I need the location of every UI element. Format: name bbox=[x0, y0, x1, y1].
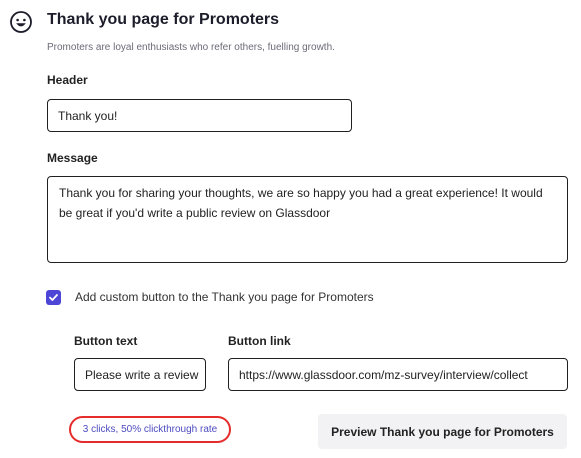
smiley-face-icon bbox=[9, 10, 33, 34]
checkmark-icon bbox=[49, 294, 58, 301]
message-field-label: Message bbox=[47, 151, 98, 165]
preview-thank-you-page-button[interactable]: Preview Thank you page for Promoters bbox=[318, 414, 567, 449]
header-input[interactable]: Thank you! bbox=[47, 99, 352, 132]
button-text-input[interactable]: Please write a review bbox=[74, 358, 206, 391]
button-link-label: Button link bbox=[228, 334, 291, 348]
header-field-label: Header bbox=[47, 73, 88, 87]
custom-button-checkbox[interactable] bbox=[46, 290, 61, 305]
custom-button-checkbox-label: Add custom button to the Thank you page … bbox=[75, 290, 374, 304]
message-textarea[interactable]: Thank you for sharing your thoughts, we … bbox=[47, 176, 568, 263]
button-link-input[interactable]: https://www.glassdoor.com/mz-survey/inte… bbox=[228, 358, 568, 391]
section-title: Thank you page for Promoters bbox=[47, 11, 280, 28]
button-text-label: Button text bbox=[74, 334, 138, 348]
section-description: Promoters are loyal enthusiasts who refe… bbox=[47, 42, 335, 53]
clickthrough-stats: 3 clicks, 50% clickthrough rate bbox=[69, 416, 231, 443]
